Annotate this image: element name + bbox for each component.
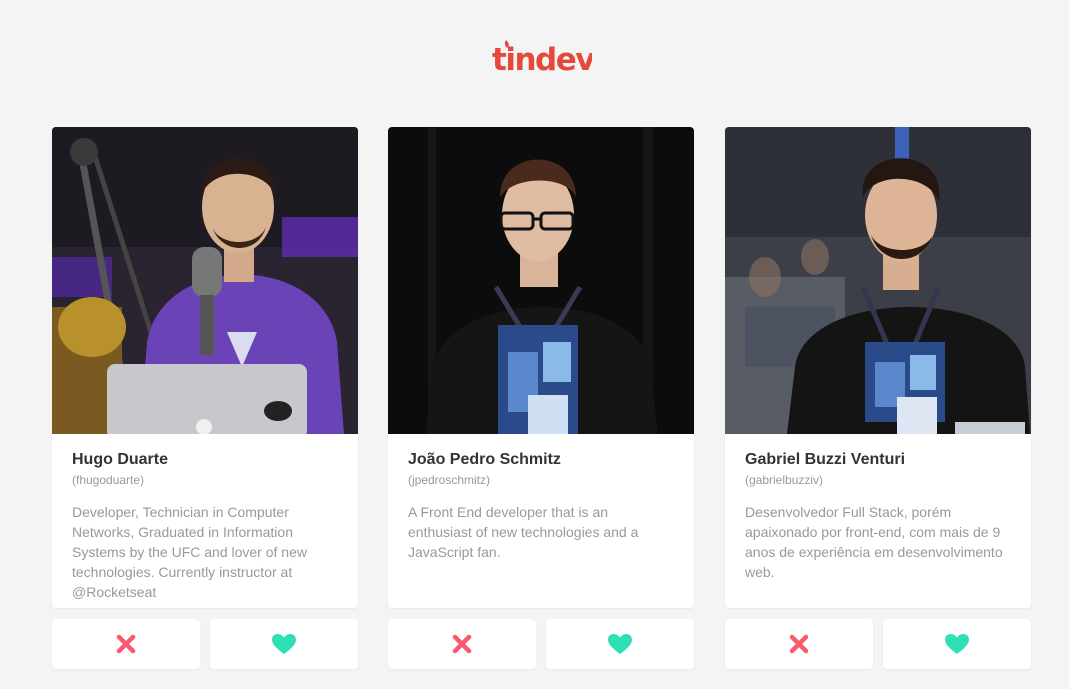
developer-bio: A Front End developer that is an enthusi…	[408, 504, 639, 560]
logo-text: tindev	[492, 42, 592, 78]
dislike-button[interactable]	[388, 619, 536, 669]
avatar	[52, 127, 358, 434]
heart-icon	[272, 634, 296, 654]
dislike-button[interactable]	[52, 619, 200, 669]
tindev-logo: tindev	[492, 40, 592, 78]
developer-name: Gabriel Buzzi Venturi	[745, 451, 906, 468]
developer-name: Hugo Duarte	[72, 451, 168, 468]
card-actions	[725, 619, 1031, 669]
developer-name: João Pedro Schmitz	[408, 451, 561, 468]
developer-card: João Pedro Schmitz (jpedroschmitz) A Fro…	[388, 127, 694, 608]
card-actions	[52, 619, 358, 669]
developer-bio: Developer, Technician in Computer Networ…	[72, 504, 307, 600]
heart-icon	[945, 634, 969, 654]
avatar	[725, 127, 1031, 434]
card-actions	[388, 619, 694, 669]
developer-username: (gabrielbuzziv)	[745, 473, 824, 487]
developer-card: Hugo Duarte (fhugoduarte) Developer, Tec…	[52, 127, 358, 608]
x-icon	[452, 634, 472, 654]
avatar	[388, 127, 694, 434]
like-button[interactable]	[546, 619, 694, 669]
developer-bio: Desenvolvedor Full Stack, porém apaixona…	[745, 504, 1003, 580]
developer-username: (fhugoduarte)	[72, 473, 145, 487]
developer-card-column: Hugo Duarte (fhugoduarte) Developer, Tec…	[52, 127, 358, 669]
developer-card: Gabriel Buzzi Venturi (gabrielbuzziv) De…	[725, 127, 1031, 608]
x-icon	[116, 634, 136, 654]
developer-card-column: João Pedro Schmitz (jpedroschmitz) A Fro…	[388, 127, 694, 669]
heart-icon	[608, 634, 632, 654]
x-icon	[789, 634, 809, 654]
dislike-button[interactable]	[725, 619, 873, 669]
developer-card-column: Gabriel Buzzi Venturi (gabrielbuzziv) De…	[725, 127, 1031, 669]
like-button[interactable]	[883, 619, 1031, 669]
like-button[interactable]	[210, 619, 358, 669]
developer-username: (jpedroschmitz)	[408, 473, 491, 487]
